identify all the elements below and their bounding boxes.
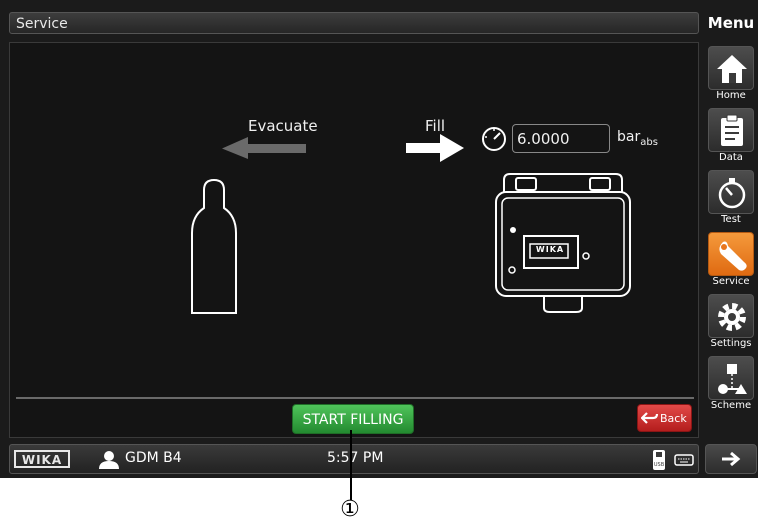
back-button[interactable]: Back	[637, 404, 692, 432]
user-icon	[99, 451, 119, 469]
menu-item-home[interactable]: Home	[705, 42, 757, 102]
back-arrow-icon	[641, 412, 659, 424]
clipboard-icon	[721, 114, 743, 146]
divider	[16, 397, 694, 399]
callout-number: ①	[340, 497, 360, 522]
home-button-bg	[708, 46, 754, 90]
menu-item-settings[interactable]: Settings	[705, 290, 757, 350]
evacuate-arrow-icon	[222, 137, 306, 159]
pressure-unit: barabs	[617, 129, 658, 148]
arrow-right-icon	[722, 451, 741, 467]
keyboard-icon[interactable]	[674, 454, 694, 466]
start-filling-button[interactable]: START FILLING	[292, 404, 414, 434]
device-screen: Service Menu Evacuate Fill 6.0000 barabs	[0, 0, 758, 478]
back-button-label: Back	[660, 412, 687, 425]
next-button[interactable]	[705, 444, 757, 474]
scheme-button-bg	[708, 356, 754, 400]
user-name: GDM B4	[125, 450, 182, 466]
instrument-case-icon	[495, 173, 631, 313]
wrench-icon	[719, 241, 747, 271]
gas-cylinder-icon	[191, 178, 237, 314]
menu-item-service[interactable]: Service	[705, 228, 757, 288]
menu-item-data[interactable]: Data	[705, 104, 757, 164]
hose-line	[240, 226, 516, 234]
menu-item-test[interactable]: Test	[705, 166, 757, 226]
svg-text:USB: USB	[654, 462, 665, 468]
gauge-icon	[718, 178, 746, 209]
title-bar: Service	[9, 12, 699, 34]
service-button-bg	[708, 232, 754, 276]
gear-icon	[718, 303, 746, 331]
scheme-icon	[718, 364, 747, 394]
test-button-bg	[708, 170, 754, 214]
data-button-bg	[708, 108, 754, 152]
case-brand-label: WIKA	[535, 245, 565, 254]
menu-label-test: Test	[721, 214, 741, 225]
status-bar: WIKA GDM B4 5:57 PM USB	[9, 444, 699, 474]
clock-time: 5:57 PM	[327, 450, 384, 466]
fill-arrow-icon	[406, 134, 464, 162]
fill-label: Fill	[425, 117, 446, 135]
menu-label-home: Home	[716, 90, 746, 101]
settings-button-bg	[708, 294, 754, 338]
evacuate-label: Evacuate	[248, 117, 318, 135]
home-icon	[717, 55, 747, 83]
pressure-input[interactable]: 6.0000	[512, 124, 610, 153]
gauge-icon	[482, 127, 506, 151]
brand-logo: WIKA	[14, 450, 70, 468]
callout-line	[350, 430, 352, 500]
usb-icon: USB	[653, 450, 665, 470]
menu-label-settings: Settings	[710, 338, 752, 349]
menu-item-scheme[interactable]: Scheme	[705, 352, 757, 412]
menu-label-scheme: Scheme	[710, 400, 752, 411]
menu-label-data: Data	[719, 152, 743, 163]
menu-label-service: Service	[712, 276, 750, 287]
page-title: Service	[16, 16, 68, 32]
menu-title: Menu	[707, 14, 755, 32]
